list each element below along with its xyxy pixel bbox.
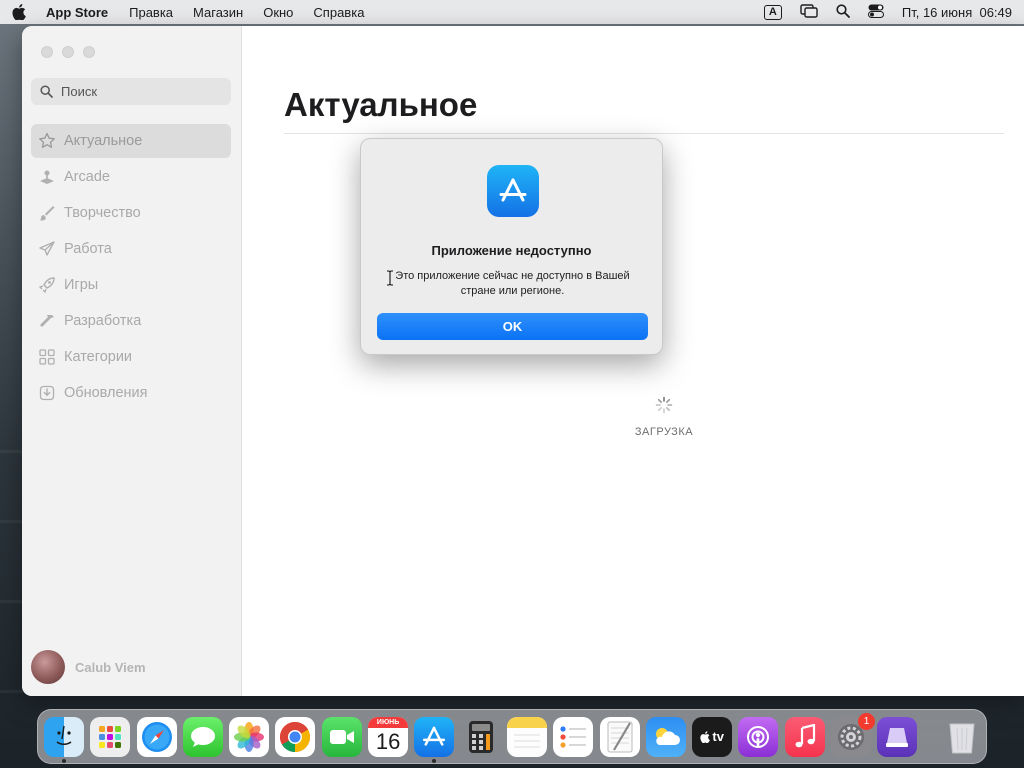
- sidebar-item-label: Актуальное: [64, 133, 143, 149]
- launchpad-icon[interactable]: [90, 716, 131, 757]
- sidebar-item-categories[interactable]: Категории: [31, 340, 231, 374]
- menu-clock[interactable]: Пт, 16 июня 06:49: [902, 5, 1012, 20]
- system-settings-icon[interactable]: 1: [831, 712, 876, 757]
- sidebar-item-work[interactable]: Работа: [31, 232, 231, 266]
- paperplane-icon: [37, 239, 57, 259]
- sidebar-item-label: Обновления: [64, 385, 148, 401]
- control-center-icon[interactable]: [867, 4, 884, 21]
- menu-window[interactable]: Окно: [263, 5, 293, 20]
- sidebar: Актуальное Arcade Творчество Работа Игры…: [22, 26, 242, 696]
- safari-icon[interactable]: [136, 716, 177, 757]
- title-divider: [284, 133, 1004, 134]
- dialog-message: Это приложение сейчас не доступно в Ваше…: [395, 270, 630, 297]
- apple-menu-icon[interactable]: [12, 4, 28, 20]
- sidebar-nav: Актуальное Arcade Творчество Работа Игры…: [31, 124, 231, 412]
- calculator-icon[interactable]: [461, 717, 501, 757]
- facetime-icon[interactable]: [321, 716, 362, 757]
- messages-icon[interactable]: [182, 716, 223, 757]
- page-title: Актуальное: [284, 86, 478, 123]
- appletv-label: tv: [712, 729, 724, 744]
- appstore-icon: [487, 165, 539, 217]
- loading-label: ЗАГРУЗКА: [634, 426, 694, 438]
- trash-icon[interactable]: [942, 717, 982, 757]
- search-icon: [40, 85, 53, 98]
- notes-icon[interactable]: [506, 716, 547, 757]
- joystick-icon: [37, 167, 57, 187]
- sidebar-item-label: Разработка: [64, 313, 142, 329]
- dialog-title: Приложение недоступно: [431, 243, 592, 258]
- input-source-indicator[interactable]: A: [763, 4, 782, 20]
- paintbrush-icon: [37, 203, 57, 223]
- sidebar-item-arcade[interactable]: Arcade: [31, 160, 231, 194]
- loading-indicator: ЗАГРУЗКА: [614, 396, 714, 438]
- finder-icon[interactable]: [44, 716, 84, 763]
- download-icon: [37, 383, 57, 403]
- zoom-window-button[interactable]: [83, 46, 95, 58]
- ibeam-cursor-icon: [386, 270, 394, 291]
- sidebar-item-games[interactable]: Игры: [31, 268, 231, 302]
- user-name: Calub Viem: [75, 659, 146, 675]
- sidebar-item-label: Категории: [64, 349, 133, 365]
- appstore-dock-icon[interactable]: [414, 716, 455, 763]
- rocket-icon: [37, 275, 57, 295]
- textedit-icon[interactable]: [599, 716, 640, 757]
- search-field[interactable]: [31, 78, 231, 105]
- avatar: [31, 650, 65, 684]
- running-indicator: [62, 758, 66, 763]
- sidebar-item-label: Arcade: [64, 169, 110, 185]
- notification-badge: 1: [858, 712, 876, 730]
- automator-icon[interactable]: [877, 716, 918, 757]
- reminders-icon[interactable]: [553, 716, 594, 757]
- star-icon: [37, 131, 57, 151]
- spotlight-search-icon[interactable]: [836, 3, 850, 21]
- calendar-icon[interactable]: ИЮНЬ 16: [368, 716, 409, 757]
- spinner-icon: [655, 396, 673, 414]
- alert-dialog: Приложение недоступно Это приложение сей…: [360, 138, 663, 355]
- menu-bar: App Store Правка Магазин Окно Справка A …: [0, 0, 1024, 24]
- sidebar-item-label: Творчество: [64, 205, 141, 221]
- menu-help[interactable]: Справка: [313, 5, 364, 20]
- search-input[interactable]: [61, 84, 211, 99]
- sidebar-item-develop[interactable]: Разработка: [31, 304, 231, 338]
- main-content: Актуальное ЗАГРУЗКА: [242, 26, 1024, 696]
- calendar-month: ИЮНЬ: [368, 716, 409, 728]
- hammer-icon: [37, 311, 57, 331]
- app-store-window: Актуальное Arcade Творчество Работа Игры…: [22, 26, 1024, 696]
- sidebar-item-discover[interactable]: Актуальное: [31, 124, 231, 158]
- menu-store[interactable]: Магазин: [193, 5, 243, 20]
- sidebar-item-label: Работа: [64, 241, 112, 257]
- user-account[interactable]: Calub Viem: [31, 650, 146, 684]
- ok-button[interactable]: OK: [377, 313, 648, 340]
- music-icon[interactable]: [784, 716, 825, 757]
- sidebar-item-create[interactable]: Творчество: [31, 196, 231, 230]
- screen-mirroring-icon[interactable]: [800, 3, 818, 21]
- running-indicator: [432, 758, 437, 763]
- sidebar-item-label: Игры: [64, 277, 99, 293]
- podcasts-icon[interactable]: [738, 716, 779, 757]
- weather-icon[interactable]: [645, 716, 686, 757]
- chrome-icon[interactable]: [275, 716, 316, 757]
- menu-edit[interactable]: Правка: [129, 5, 173, 20]
- photos-icon[interactable]: [229, 716, 270, 757]
- dock: ИЮНЬ 16 tv 1: [37, 709, 987, 764]
- sidebar-item-updates[interactable]: Обновления: [31, 376, 231, 410]
- calendar-day: 16: [375, 728, 401, 754]
- appletv-icon[interactable]: tv: [692, 716, 733, 757]
- window-controls: [41, 46, 95, 58]
- close-window-button[interactable]: [41, 46, 53, 58]
- grid-icon: [37, 347, 57, 367]
- minimize-window-button[interactable]: [62, 46, 74, 58]
- menu-app-name[interactable]: App Store: [46, 5, 108, 20]
